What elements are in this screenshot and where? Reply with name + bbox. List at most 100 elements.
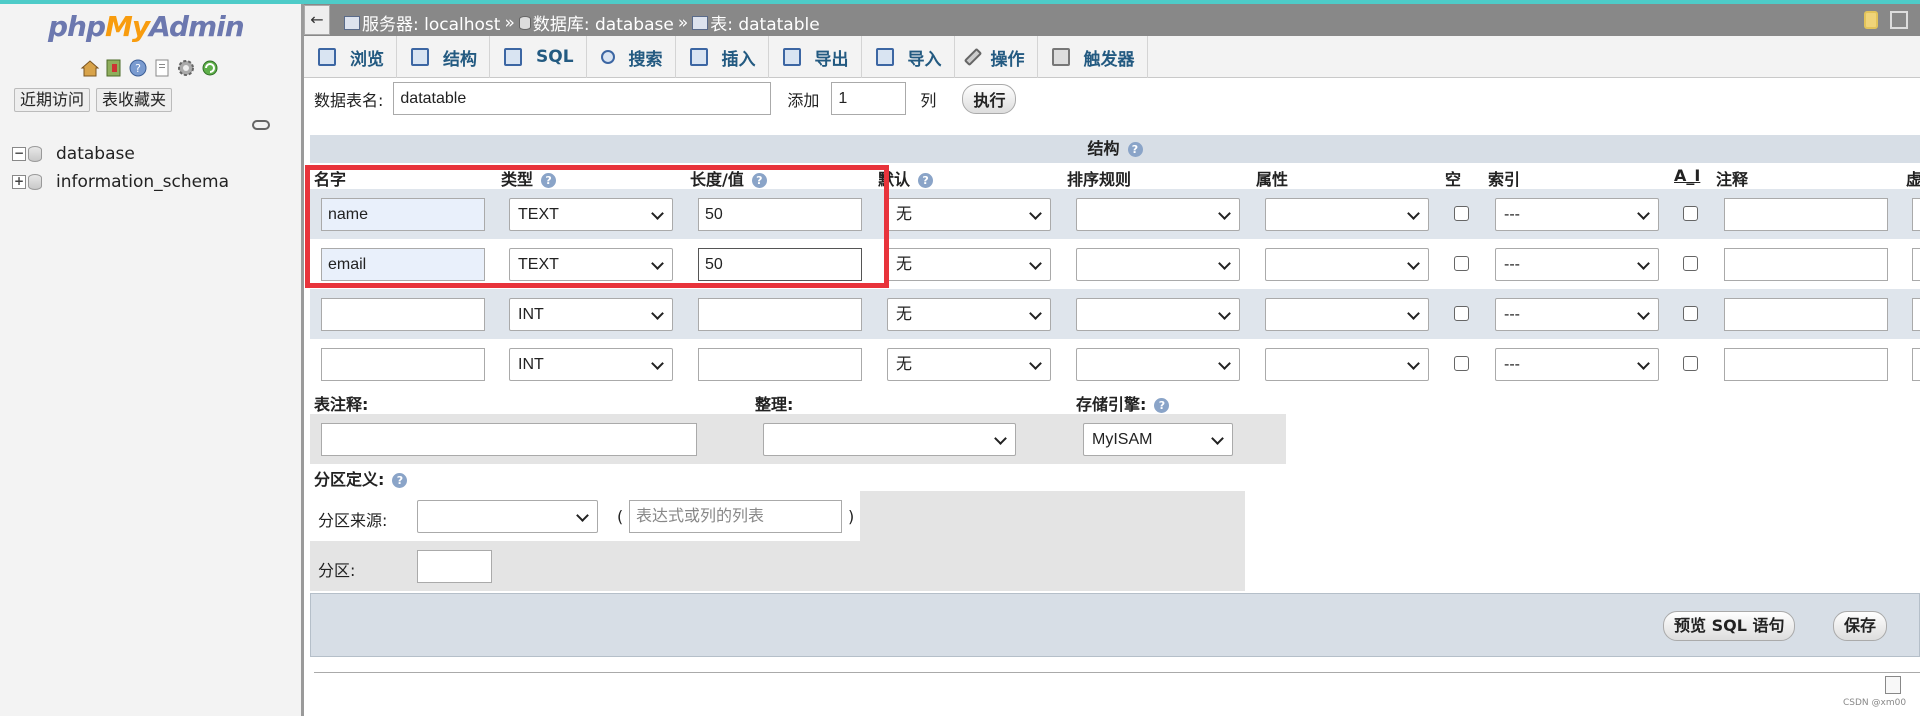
column-attributes-select[interactable] (1265, 248, 1429, 281)
navigation-panel: phpMyAdmin ? 近期访问 表收藏夹 − database + info… (0, 4, 301, 716)
column-collation-select[interactable] (1076, 248, 1240, 281)
help-icon[interactable]: ? (392, 473, 408, 488)
help-icon[interactable]: ? (128, 58, 148, 78)
recent-tables-button[interactable]: 近期访问 (14, 88, 91, 112)
column-default-select[interactable]: 无 (887, 348, 1051, 381)
column-type-select[interactable]: INT (509, 298, 673, 331)
column-virtual-select[interactable] (1912, 248, 1920, 281)
column-name-input[interactable]: name (321, 198, 485, 231)
logo-part-my: My (105, 10, 150, 43)
column-attributes-select[interactable] (1265, 348, 1429, 381)
nav-resize-handle[interactable] (301, 4, 304, 716)
column-default-select[interactable]: 无 (887, 248, 1051, 281)
column-default-select[interactable]: 无 (887, 298, 1051, 331)
column-type-select[interactable]: INT (509, 348, 673, 381)
storage-engine-label: 存储引擎:? (1076, 391, 1170, 415)
column-auto-increment-checkbox[interactable] (1683, 206, 1698, 221)
add-columns-count-input[interactable]: 1 (831, 82, 907, 115)
link-panel-icon[interactable] (252, 120, 270, 130)
column-auto-increment-checkbox[interactable] (1683, 356, 1698, 371)
help-icon[interactable]: ? (751, 173, 767, 188)
column-virtual-select[interactable] (1912, 298, 1920, 331)
lock-icon[interactable] (1864, 11, 1878, 29)
column-length-input[interactable]: 50 (698, 248, 862, 281)
collation-select[interactable] (763, 423, 1016, 456)
phpmyadmin-logo[interactable]: phpMyAdmin (48, 10, 245, 43)
collapse-nav-button[interactable]: ← (304, 5, 330, 35)
column-index-select[interactable]: --- (1495, 298, 1659, 331)
column-index-select[interactable]: --- (1495, 198, 1659, 231)
column-null-checkbox[interactable] (1454, 256, 1469, 271)
column-index-select[interactable]: --- (1495, 248, 1659, 281)
docs-icon[interactable] (152, 58, 172, 78)
execute-button[interactable]: 执行 (962, 83, 1017, 114)
column-length-input[interactable]: 50 (698, 198, 862, 231)
import-icon (875, 48, 894, 66)
settings-icon[interactable] (176, 58, 196, 78)
tab-triggers[interactable]: 触发器 (1038, 36, 1148, 78)
tab-import[interactable]: 导入 (862, 36, 955, 78)
breadcrumb-table[interactable]: 表: datatable (710, 10, 819, 35)
tab-browse[interactable]: 浏览 (304, 36, 397, 78)
column-comment-input[interactable] (1724, 348, 1888, 381)
storage-engine-select[interactable]: MyISAM (1083, 423, 1233, 456)
column-null-checkbox[interactable] (1454, 306, 1469, 321)
console-icon[interactable] (1885, 676, 1901, 694)
partitions-count-input[interactable] (417, 550, 492, 583)
table-comment-input[interactable] (321, 423, 697, 456)
help-icon[interactable]: ? (1154, 398, 1170, 413)
column-name-input[interactable] (321, 298, 485, 331)
column-index-select[interactable]: --- (1495, 348, 1659, 381)
column-comment-input[interactable] (1724, 198, 1888, 231)
insert-icon (689, 48, 708, 66)
column-null-checkbox[interactable] (1454, 356, 1469, 371)
column-type-select[interactable]: TEXT (509, 198, 673, 231)
column-virtual-select[interactable] (1912, 348, 1920, 381)
favorite-tables-button[interactable]: 表收藏夹 (96, 88, 173, 112)
column-attributes-select[interactable] (1265, 298, 1429, 331)
server-icon (344, 15, 360, 30)
tab-structure[interactable]: 结构 (397, 36, 490, 78)
expand-icon[interactable]: + (12, 175, 26, 189)
column-collation-select[interactable] (1076, 348, 1240, 381)
column-auto-increment-checkbox[interactable] (1683, 256, 1698, 271)
column-comment-input[interactable] (1724, 298, 1888, 331)
home-icon[interactable] (80, 58, 100, 78)
tab-insert[interactable]: 插入 (676, 36, 769, 78)
exit-icon[interactable] (104, 58, 124, 78)
breadcrumb-database[interactable]: 数据库: database (533, 10, 674, 35)
tree-item-information-schema[interactable]: + information_schema (12, 168, 229, 196)
help-icon[interactable]: ? (541, 173, 557, 188)
column-collation-select[interactable] (1076, 198, 1240, 231)
reload-icon[interactable] (200, 58, 220, 78)
minimize-icon[interactable] (1890, 11, 1908, 29)
partition-source-select[interactable] (417, 500, 598, 533)
collapse-icon[interactable]: − (12, 147, 26, 161)
table-name-input[interactable]: datatable (393, 82, 772, 115)
tab-export[interactable]: 导出 (769, 36, 862, 78)
tree-item-label[interactable]: information_schema (56, 172, 229, 192)
column-collation-select[interactable] (1076, 298, 1240, 331)
tree-item-database[interactable]: − database (12, 140, 229, 168)
column-name-input[interactable]: email (321, 248, 485, 281)
tab-operations[interactable]: 操作 (955, 36, 1038, 78)
help-icon[interactable]: ? (1127, 142, 1143, 157)
column-length-input[interactable] (698, 348, 862, 381)
column-name-input[interactable] (321, 348, 485, 381)
preview-sql-button[interactable]: 预览 SQL 语句 (1663, 611, 1796, 641)
column-auto-increment-checkbox[interactable] (1683, 306, 1698, 321)
column-attributes-select[interactable] (1265, 198, 1429, 231)
column-type-select[interactable]: TEXT (509, 248, 673, 281)
breadcrumb-server[interactable]: 服务器: localhost (362, 10, 500, 35)
tab-search[interactable]: 搜索 (587, 36, 676, 78)
column-comment-input[interactable] (1724, 248, 1888, 281)
tab-sql[interactable]: SQL (490, 36, 587, 78)
column-default-select[interactable]: 无 (887, 198, 1051, 231)
column-virtual-select[interactable] (1912, 198, 1920, 231)
save-button[interactable]: 保存 (1833, 611, 1888, 641)
partition-expression-input[interactable]: 表达式或列的列表 (629, 500, 842, 533)
help-icon[interactable]: ? (918, 173, 934, 188)
tree-item-label[interactable]: database (56, 144, 135, 164)
column-null-checkbox[interactable] (1454, 206, 1469, 221)
column-length-input[interactable] (698, 298, 862, 331)
